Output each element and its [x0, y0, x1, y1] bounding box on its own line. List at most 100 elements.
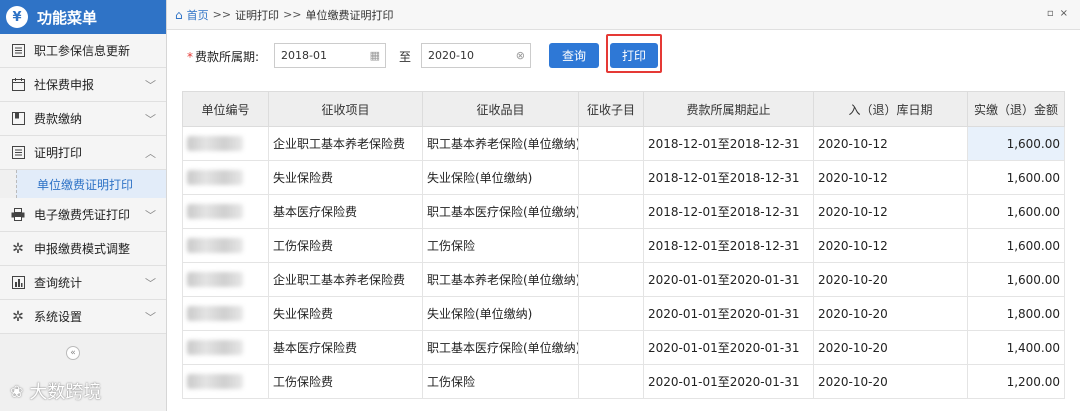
column-header[interactable]: 征收子目	[578, 91, 644, 127]
calendar-icon[interactable]: ▦	[370, 44, 380, 67]
window-controls[interactable]: ▫×	[1047, 8, 1074, 19]
period-cell: 2018-12-01至2018-12-31	[643, 160, 814, 195]
sidebar-item-label: 系统设置	[34, 310, 83, 324]
unit-id-cell	[182, 364, 269, 399]
watermark-logo-icon: ❀	[10, 381, 24, 401]
sidebar-item-label: 查询统计	[34, 276, 83, 290]
column-header[interactable]: 单位编号	[182, 91, 269, 127]
period-end-value: 2020-10	[428, 49, 474, 62]
chevron-down-icon: ﹀	[145, 209, 156, 222]
query-button[interactable]: 查询	[549, 43, 599, 68]
home-icon: ⌂	[175, 7, 183, 22]
list-icon	[11, 146, 25, 160]
payment-table: 单位编号 征收项目 征收品目 征收子目 费款所属期起止 入（退）库日期 实缴（退…	[182, 91, 1065, 399]
sidebar-item-label: 申报缴费模式调整	[34, 242, 131, 256]
item-cell: 企业职工基本养老保险费	[268, 262, 423, 297]
amount-cell: 1,600.00	[967, 262, 1065, 297]
date-cell: 2020-10-12	[813, 228, 968, 263]
item-cell: 基本医疗保险费	[268, 330, 423, 365]
sidebar-item-label: 电子缴费凭证打印	[34, 208, 131, 222]
sidebar-item-info-update[interactable]: 职工参保信息更新	[0, 34, 166, 68]
table-row[interactable]: 失业保险费 失业保险(单位缴纳) 2018-12-01至2018-12-31 2…	[182, 160, 1065, 195]
date-cell: 2020-10-20	[813, 262, 968, 297]
table-row[interactable]: 工伤保险费 工伤保险 2020-01-01至2020-01-31 2020-10…	[182, 364, 1065, 399]
subitem-cell	[578, 296, 644, 331]
period-cell: 2018-12-01至2018-12-31	[643, 126, 814, 161]
chevron-up-icon: ︿	[145, 147, 156, 160]
bookmark-icon	[11, 112, 25, 126]
amount-cell: 1,800.00	[967, 296, 1065, 331]
gear-icon: ✲	[12, 240, 24, 257]
category-cell: 职工基本养老保险(单位缴纳)	[422, 262, 579, 297]
amount-cell: 1,600.00	[967, 194, 1065, 229]
amount-cell: 1,600.00	[967, 126, 1065, 161]
item-cell: 基本医疗保险费	[268, 194, 423, 229]
watermark-text: 大数跨境	[29, 382, 102, 403]
breadcrumb: ⌂ 首页 >> 证明打印 >> 单位缴费证明打印 ▫×	[167, 0, 1080, 30]
category-cell: 职工基本医疗保险(单位缴纳)	[422, 194, 579, 229]
amount-cell: 1,400.00	[967, 330, 1065, 365]
sidebar-item-mode-adjust[interactable]: ✲ 申报缴费模式调整	[0, 232, 166, 266]
item-cell: 企业职工基本养老保险费	[268, 126, 423, 161]
chevron-down-icon: ﹀	[145, 277, 156, 290]
breadcrumb-home-link[interactable]: 首页	[187, 7, 209, 23]
unit-id-cell	[182, 330, 269, 365]
unit-id-cell	[182, 262, 269, 297]
column-header[interactable]: 入（退）库日期	[813, 91, 968, 127]
period-end-input[interactable]: 2020-10 ⊗	[421, 43, 531, 68]
calendar-icon	[11, 78, 25, 92]
category-cell: 工伤保险	[422, 228, 579, 263]
subitem-cell	[578, 364, 644, 399]
breadcrumb-separator: >>	[212, 8, 232, 21]
period-cell: 2020-01-01至2020-01-31	[643, 330, 814, 365]
period-cell: 2020-01-01至2020-01-31	[643, 364, 814, 399]
category-cell: 工伤保险	[422, 364, 579, 399]
sidebar-item-declare[interactable]: 社保费申报 ﹀	[0, 68, 166, 102]
column-header[interactable]: 征收品目	[422, 91, 579, 127]
sidebar-item-cert-print[interactable]: 证明打印 ︿	[0, 136, 166, 170]
chevron-down-icon: ﹀	[145, 79, 156, 92]
item-cell: 工伤保险费	[268, 364, 423, 399]
table-row[interactable]: 基本医疗保险费 职工基本医疗保险(单位缴纳) 2020-01-01至2020-0…	[182, 330, 1065, 365]
period-cell: 2020-01-01至2020-01-31	[643, 296, 814, 331]
amount-cell: 1,600.00	[967, 228, 1065, 263]
sidebar-item-e-voucher[interactable]: 电子缴费凭证打印 ﹀	[0, 198, 166, 232]
table-row[interactable]: 失业保险费 失业保险(单位缴纳) 2020-01-01至2020-01-31 2…	[182, 296, 1065, 331]
redacted-unit-id	[187, 204, 243, 219]
sidebar-item-query-stats[interactable]: 查询统计 ﹀	[0, 266, 166, 300]
category-cell: 失业保险(单位缴纳)	[422, 296, 579, 331]
sidebar-item-settings[interactable]: ✲ 系统设置 ﹀	[0, 300, 166, 334]
redacted-unit-id	[187, 374, 243, 389]
subitem-cell	[578, 160, 644, 195]
yen-logo-icon: ¥	[6, 6, 28, 28]
redacted-unit-id	[187, 272, 243, 287]
chart-icon	[11, 276, 25, 290]
period-start-input[interactable]: 2018-01 ▦	[274, 43, 386, 68]
redacted-unit-id	[187, 136, 243, 151]
sidebar-item-label: 证明打印	[34, 146, 83, 160]
breadcrumb-level1[interactable]: 证明打印	[235, 7, 279, 23]
category-cell: 职工基本养老保险(单位缴纳)	[422, 126, 579, 161]
sidebar-subitem-unit-payment-cert[interactable]: 单位缴费证明打印	[16, 170, 166, 198]
column-header[interactable]: 实缴（退）金额	[967, 91, 1065, 127]
sidebar-item-label: 职工参保信息更新	[34, 44, 131, 58]
table-row[interactable]: 基本医疗保险费 职工基本医疗保险(单位缴纳) 2018-12-01至2018-1…	[182, 194, 1065, 229]
clear-icon[interactable]: ⊗	[516, 44, 525, 67]
table-row[interactable]: 工伤保险费 工伤保险 2018-12-01至2018-12-31 2020-10…	[182, 228, 1065, 263]
date-cell: 2020-10-12	[813, 160, 968, 195]
unit-id-cell	[182, 160, 269, 195]
sidebar-item-payment[interactable]: 费款缴纳 ﹀	[0, 102, 166, 136]
period-cell: 2018-12-01至2018-12-31	[643, 194, 814, 229]
breadcrumb-current: 单位缴费证明打印	[305, 8, 394, 22]
collapse-sidebar-button[interactable]: «	[66, 346, 80, 360]
amount-cell: 1,200.00	[967, 364, 1065, 399]
required-mark: *	[187, 50, 193, 64]
watermark: ❀ 大数跨境	[10, 378, 101, 404]
table-row[interactable]: 企业职工基本养老保险费 职工基本养老保险(单位缴纳) 2020-01-01至20…	[182, 262, 1065, 297]
redacted-unit-id	[187, 170, 243, 185]
subitem-cell	[578, 194, 644, 229]
column-header[interactable]: 征收项目	[268, 91, 423, 127]
column-header[interactable]: 费款所属期起止	[643, 91, 814, 127]
table-row[interactable]: 企业职工基本养老保险费 职工基本养老保险(单位缴纳) 2018-12-01至20…	[182, 126, 1065, 161]
item-cell: 失业保险费	[268, 296, 423, 331]
